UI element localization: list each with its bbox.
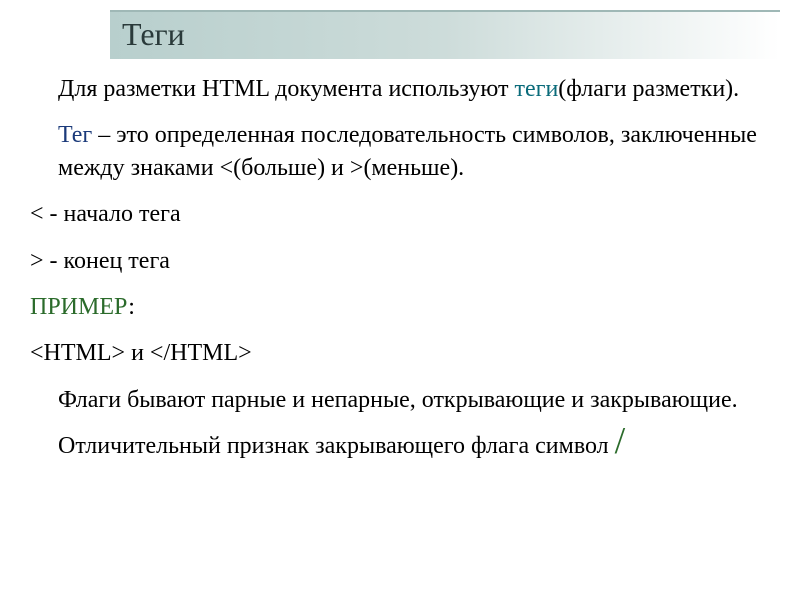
slide-container: Теги Для разметки HTML документа использ… xyxy=(0,0,800,467)
text-intro-1: Для разметки HTML документа используют xyxy=(58,76,514,102)
slide-title: Теги xyxy=(110,10,780,59)
term-tag: Тег xyxy=(58,122,92,148)
text-intro-2: (флаги разметки). xyxy=(558,76,739,102)
paragraph-definition: Тег – это определенная последовательност… xyxy=(30,119,768,184)
paragraph-intro: Для разметки HTML документа используют т… xyxy=(30,73,768,105)
term-tags: теги xyxy=(514,76,558,102)
line-tag-start: < - начало тега xyxy=(30,198,768,230)
paragraph-flags: Флаги бывают парные и непарные, открываю… xyxy=(30,384,768,468)
text-flags: Флаги бывают парные и непарные, открываю… xyxy=(58,387,738,459)
line-example-label: ПРИМЕР: xyxy=(30,291,768,323)
line-tag-end: > - конец тега xyxy=(30,245,768,277)
example-colon: : xyxy=(128,294,135,320)
slide-content: Для разметки HTML документа используют т… xyxy=(20,59,780,467)
line-example-code: <HTML> и </HTML> xyxy=(30,337,768,369)
example-label: ПРИМЕР xyxy=(30,294,128,320)
slash-symbol: / xyxy=(615,420,626,462)
text-definition: – это определенная последовательность си… xyxy=(58,122,757,180)
